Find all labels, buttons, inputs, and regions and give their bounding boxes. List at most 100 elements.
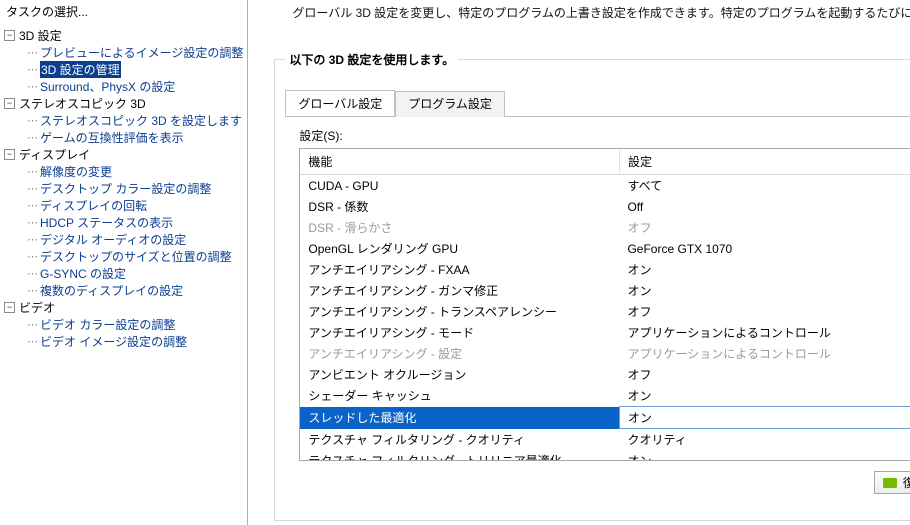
settings-cell-feature: OpenGL レンダリング GPU xyxy=(300,238,619,259)
settings-label: 設定(S): xyxy=(299,127,910,144)
tree-item[interactable]: ⋯デスクトップのサイズと位置の調整 xyxy=(18,248,243,265)
settings-table-wrap: 機能 設定 CUDA - GPUすべてDSR - 係数OffDSR - 滑らかさ… xyxy=(299,148,910,461)
settings-cell-feature: DSR - 係数 xyxy=(300,196,619,217)
settings-cell-feature: アンチエイリアシング - ガンマ修正 xyxy=(300,280,619,301)
page-description: グローバル 3D 設定を変更し、特定のプログラムの上書き設定を作成できます。特定… xyxy=(248,0,910,21)
tree-item[interactable]: ⋯ステレオスコピック 3D を設定します xyxy=(18,112,243,129)
tree-item[interactable]: ⋯デスクトップ カラー設定の調整 xyxy=(18,180,243,197)
tree-group-video: − ビデオ ⋯ビデオ カラー設定の調整 ⋯ビデオ イメージ設定の調整 xyxy=(4,299,243,350)
tree-connector-icon: ⋯ xyxy=(27,63,38,76)
settings-row[interactable]: テクスチャ フィルタリング - トリリニア最適化オン xyxy=(300,450,910,460)
tree-item[interactable]: ⋯プレビューによるイメージ設定の調整 xyxy=(18,44,243,61)
settings-row[interactable]: DSR - 係数Off xyxy=(300,196,910,217)
settings-cell-value: オフ xyxy=(619,301,910,322)
collapse-icon[interactable]: − xyxy=(4,149,15,160)
settings-cell-value: Off xyxy=(619,196,910,217)
tree-connector-icon: ⋯ xyxy=(27,335,38,348)
settings-row[interactable]: アンチエイリアシング - 設定アプリケーションによるコントロール xyxy=(300,343,910,364)
tree-connector-icon: ⋯ xyxy=(27,216,38,229)
tree-connector-icon: ⋯ xyxy=(27,114,38,127)
settings-cell-value[interactable]: オン⌄ xyxy=(619,407,910,429)
sidebar: タスクの選択... − 3D 設定 ⋯プレビューによるイメージ設定の調整 ⋯3D… xyxy=(0,0,248,525)
tree-item[interactable]: ⋯ビデオ カラー設定の調整 xyxy=(18,316,243,333)
restore-row: 復元(T) xyxy=(285,463,910,494)
tree-item[interactable]: ⋯複数のディスプレイの設定 xyxy=(18,282,243,299)
settings-cell-value: オフ xyxy=(619,217,910,238)
settings-row[interactable]: アンチエイリアシング - ガンマ修正オン xyxy=(300,280,910,301)
settings-cell-feature: アンチエイリアシング - モード xyxy=(300,322,619,343)
restore-button-label: 復元(T) xyxy=(903,474,910,491)
tree-item[interactable]: ⋯ビデオ イメージ設定の調整 xyxy=(18,333,243,350)
settings-cell-value: アプリケーションによるコントロール xyxy=(619,343,910,364)
settings-cell-value: オフ xyxy=(619,364,910,385)
tree-connector-icon: ⋯ xyxy=(27,46,38,59)
settings-row[interactable]: シェーダー キャッシュオン xyxy=(300,385,910,407)
tabs: グローバル設定 プログラム設定 xyxy=(285,90,910,117)
tree-group-3d: − 3D 設定 ⋯プレビューによるイメージ設定の調整 ⋯3D 設定の管理 ⋯Su… xyxy=(4,27,243,95)
settings-area: 設定(S): 機能 設定 CUDA - GPUすべてDSR - 係数OffDSR… xyxy=(285,117,910,463)
tree-connector-icon: ⋯ xyxy=(27,284,38,297)
tree-item[interactable]: ⋯デジタル オーディオの設定 xyxy=(18,231,243,248)
settings-row[interactable]: CUDA - GPUすべて xyxy=(300,175,910,197)
settings-cell-feature: アンチエイリアシング - FXAA xyxy=(300,259,619,280)
settings-row[interactable]: OpenGL レンダリング GPUGeForce GTX 1070 xyxy=(300,238,910,259)
col-feature[interactable]: 機能 xyxy=(300,149,619,175)
settings-cell-feature: シェーダー キャッシュ xyxy=(300,385,619,407)
settings-cell-feature: アンビエント オクルージョン xyxy=(300,364,619,385)
tree-connector-icon: ⋯ xyxy=(27,80,38,93)
settings-cell-feature: テクスチャ フィルタリング - クオリティ xyxy=(300,429,619,451)
tree-group-header[interactable]: − ビデオ xyxy=(4,299,243,316)
tree-item[interactable]: ⋯ゲームの互換性評価を表示 xyxy=(18,129,243,146)
tree-connector-icon: ⋯ xyxy=(27,233,38,246)
settings-cell-value: オン xyxy=(619,385,910,407)
tree-item[interactable]: ⋯G-SYNC の設定 xyxy=(18,265,243,282)
tree-group-stereo: − ステレオスコピック 3D ⋯ステレオスコピック 3D を設定します ⋯ゲーム… xyxy=(4,95,243,146)
settings-cell-feature: DSR - 滑らかさ xyxy=(300,217,619,238)
tree-item[interactable]: ⋯Surround、PhysX の設定 xyxy=(18,78,243,95)
settings-cell-value: オン xyxy=(619,450,910,460)
settings-table: 機能 設定 CUDA - GPUすべてDSR - 係数OffDSR - 滑らかさ… xyxy=(300,149,910,460)
settings-cell-feature: CUDA - GPU xyxy=(300,175,619,197)
settings-row[interactable]: アンチエイリアシング - トランスペアレンシーオフ xyxy=(300,301,910,322)
task-tree: − 3D 設定 ⋯プレビューによるイメージ設定の調整 ⋯3D 設定の管理 ⋯Su… xyxy=(0,25,247,525)
sidebar-title: タスクの選択... xyxy=(0,0,247,25)
tree-connector-icon: ⋯ xyxy=(27,165,38,178)
nvidia-logo-icon xyxy=(883,478,897,488)
tree-group-header[interactable]: − 3D 設定 xyxy=(4,27,243,44)
collapse-icon[interactable]: − xyxy=(4,302,15,313)
settings-cell-feature: テクスチャ フィルタリング - トリリニア最適化 xyxy=(300,450,619,460)
settings-row[interactable]: DSR - 滑らかさオフ xyxy=(300,217,910,238)
settings-row[interactable]: テクスチャ フィルタリング - クオリティクオリティ xyxy=(300,429,910,451)
settings-cell-value: アプリケーションによるコントロール xyxy=(619,322,910,343)
settings-scroll: 機能 設定 CUDA - GPUすべてDSR - 係数OffDSR - 滑らかさ… xyxy=(300,149,910,460)
tree-item[interactable]: ⋯ディスプレイの回転 xyxy=(18,197,243,214)
tab-global[interactable]: グローバル設定 xyxy=(285,90,395,116)
tree-group-header[interactable]: − ステレオスコピック 3D xyxy=(4,95,243,112)
collapse-icon[interactable]: − xyxy=(4,98,15,109)
tree-item[interactable]: ⋯HDCP ステータスの表示 xyxy=(18,214,243,231)
tree-item[interactable]: ⋯解像度の変更 xyxy=(18,163,243,180)
collapse-icon[interactable]: − xyxy=(4,30,15,41)
settings-row[interactable]: スレッドした最適化オン⌄ xyxy=(300,407,910,429)
tree-connector-icon: ⋯ xyxy=(27,199,38,212)
main-panel: グローバル 3D 設定を変更し、特定のプログラムの上書き設定を作成できます。特定… xyxy=(248,0,910,525)
tree-connector-icon: ⋯ xyxy=(27,182,38,195)
tree-group-header[interactable]: − ディスプレイ xyxy=(4,146,243,163)
settings-cell-feature: スレッドした最適化 xyxy=(300,407,619,429)
settings-cell-value: クオリティ xyxy=(619,429,910,451)
settings-groupbox: 以下の 3D 設定を使用します。 グローバル設定 プログラム設定 設定(S): … xyxy=(274,59,910,521)
settings-row[interactable]: アンチエイリアシング - モードアプリケーションによるコントロール xyxy=(300,322,910,343)
settings-row[interactable]: アンビエント オクルージョンオフ xyxy=(300,364,910,385)
settings-cell-feature: アンチエイリアシング - 設定 xyxy=(300,343,619,364)
settings-row[interactable]: アンチエイリアシング - FXAAオン xyxy=(300,259,910,280)
groupbox-title: 以下の 3D 設定を使用します。 xyxy=(285,51,458,68)
settings-cell-value: GeForce GTX 1070 xyxy=(619,238,910,259)
settings-cell-value: すべて xyxy=(619,175,910,197)
tree-group-display: − ディスプレイ ⋯解像度の変更 ⋯デスクトップ カラー設定の調整 ⋯ディスプレ… xyxy=(4,146,243,299)
tab-program[interactable]: プログラム設定 xyxy=(395,91,505,117)
tree-connector-icon: ⋯ xyxy=(27,131,38,144)
restore-button[interactable]: 復元(T) xyxy=(874,471,910,494)
settings-cell-value: オン xyxy=(619,259,910,280)
tree-item-selected[interactable]: ⋯3D 設定の管理 xyxy=(18,61,243,78)
col-setting[interactable]: 設定 xyxy=(619,149,910,175)
